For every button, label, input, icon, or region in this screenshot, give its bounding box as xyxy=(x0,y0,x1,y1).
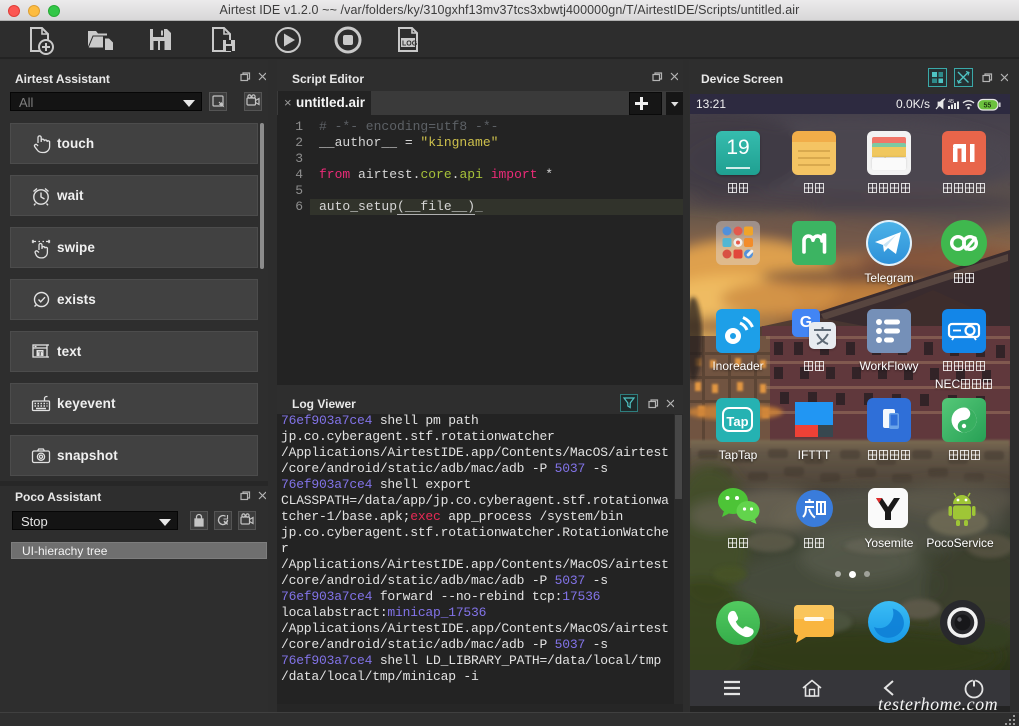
svg-text:LOG: LOG xyxy=(402,41,418,48)
svg-text:T: T xyxy=(38,351,43,358)
svg-text:55: 55 xyxy=(984,103,992,110)
svg-text:45: 45 xyxy=(948,99,954,105)
